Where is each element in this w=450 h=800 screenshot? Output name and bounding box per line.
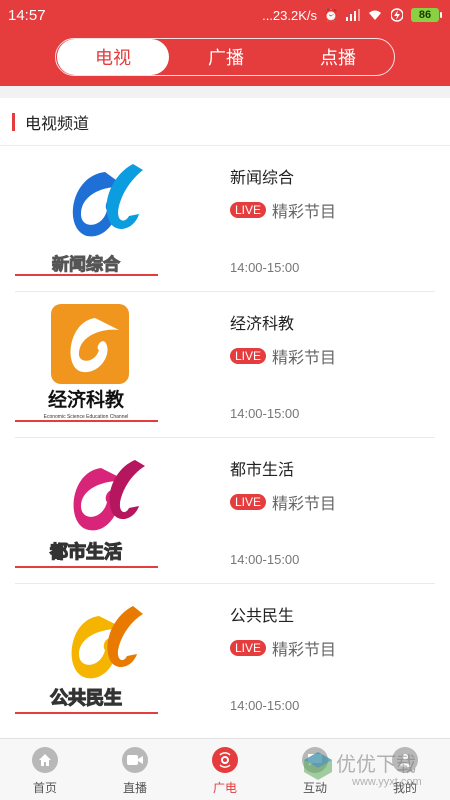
nav-broadcast[interactable]: 广电	[180, 739, 270, 800]
logo-underline	[15, 712, 158, 714]
logo-underline	[15, 420, 158, 422]
home-icon	[32, 747, 58, 773]
section-title: 电视频道	[25, 113, 90, 133]
status-bar: 14:57 ...23.2K/s ⏰ 86	[0, 0, 450, 32]
logo-underline	[15, 274, 158, 276]
section-header: 电视频道	[0, 98, 450, 146]
channel-item[interactable]: 公共民生 公共民生 LIVE 精彩节目 14:00-15:00	[0, 584, 450, 730]
nav-live[interactable]: 直播	[90, 739, 180, 800]
logo-text: 都市生活	[49, 541, 122, 563]
logo-text: 经济科教	[48, 388, 125, 411]
nav-label: 首页	[32, 781, 57, 795]
signal-icon	[345, 7, 361, 23]
program-name: 精彩节目	[272, 494, 337, 513]
radio-icon	[212, 747, 238, 773]
program-time: 14:00-15:00	[230, 698, 300, 713]
channel-live-row: LIVE 精彩节目	[230, 636, 336, 660]
nav-label: 互动	[302, 781, 327, 795]
nav-label: 直播	[122, 781, 147, 795]
channel-name: 经济科教	[230, 314, 295, 333]
network-speed: ...23.2K/s	[262, 7, 317, 23]
wifi-icon	[367, 7, 383, 23]
live-badge: LIVE	[230, 348, 267, 364]
channel-name: 都市生活	[230, 460, 295, 479]
program-name: 精彩节目	[272, 202, 337, 221]
channel-item[interactable]: 新闻综合 新闻综合 LIVE 精彩节目 14:00-15:00	[0, 146, 450, 292]
live-badge: LIVE	[230, 494, 267, 510]
charging-icon	[389, 7, 405, 23]
program-time: 14:00-15:00	[230, 260, 300, 275]
bottom-nav: 首页 直播 广电 互动 我的	[0, 738, 450, 800]
logo-text: 新闻综合	[52, 254, 121, 275]
live-badge: LIVE	[230, 640, 267, 656]
channel-list: 新闻综合 新闻综合 LIVE 精彩节目 14:00-15:00 经济科教 Eco…	[0, 146, 450, 730]
channel-logo[interactable]: 新闻综合	[15, 154, 158, 278]
status-icons: ...23.2K/s ⏰ 86	[262, 7, 442, 23]
channel-live-row: LIVE 精彩节目	[230, 344, 336, 368]
channel-item[interactable]: 都市生活 都市生活 LIVE 精彩节目 14:00-15:00	[0, 438, 450, 584]
channel-logo[interactable]: 公共民生	[15, 592, 158, 716]
nav-interact[interactable]: 互动	[270, 739, 360, 800]
chat-icon	[302, 747, 328, 773]
logo-text: 公共民生	[50, 687, 122, 709]
section-marker	[12, 112, 15, 131]
media-type-tabs: 电视 广播 点播	[55, 38, 395, 76]
program-name: 精彩节目	[272, 348, 337, 367]
status-time: 14:57	[8, 7, 46, 24]
channel-item[interactable]: 经济科教 Economic Science Education Channel …	[0, 292, 450, 438]
channel-logo[interactable]: 经济科教 Economic Science Education Channel	[15, 300, 158, 424]
live-badge: LIVE	[230, 202, 267, 218]
channel-logo[interactable]: 都市生活	[15, 446, 158, 570]
tab-vod[interactable]: 点播	[282, 39, 394, 75]
channel-live-row: LIVE 精彩节目	[230, 198, 336, 222]
app-header: 14:57 ...23.2K/s ⏰ 86 电视 广播 点播	[0, 0, 450, 86]
nav-label: 广电	[212, 781, 237, 795]
nav-label: 我的	[392, 781, 417, 795]
tab-radio[interactable]: 广播	[170, 39, 282, 75]
nav-mine[interactable]: 我的	[360, 739, 450, 800]
program-time: 14:00-15:00	[230, 406, 300, 421]
header-gap	[0, 86, 450, 98]
nav-home[interactable]: 首页	[0, 739, 90, 800]
tab-tv[interactable]: 电视	[57, 39, 169, 75]
logo-underline	[15, 566, 158, 568]
program-name: 精彩节目	[272, 640, 337, 659]
camera-icon	[122, 747, 148, 773]
channel-live-row: LIVE 精彩节目	[230, 490, 336, 514]
alarm-icon: ⏰	[323, 8, 339, 22]
battery-tip	[440, 12, 442, 18]
channel-name: 新闻综合	[230, 168, 295, 187]
battery-indicator: 86	[411, 8, 442, 22]
battery-level: 86	[411, 8, 439, 22]
user-icon	[392, 747, 418, 773]
program-time: 14:00-15:00	[230, 552, 300, 567]
channel-name: 公共民生	[230, 606, 295, 625]
